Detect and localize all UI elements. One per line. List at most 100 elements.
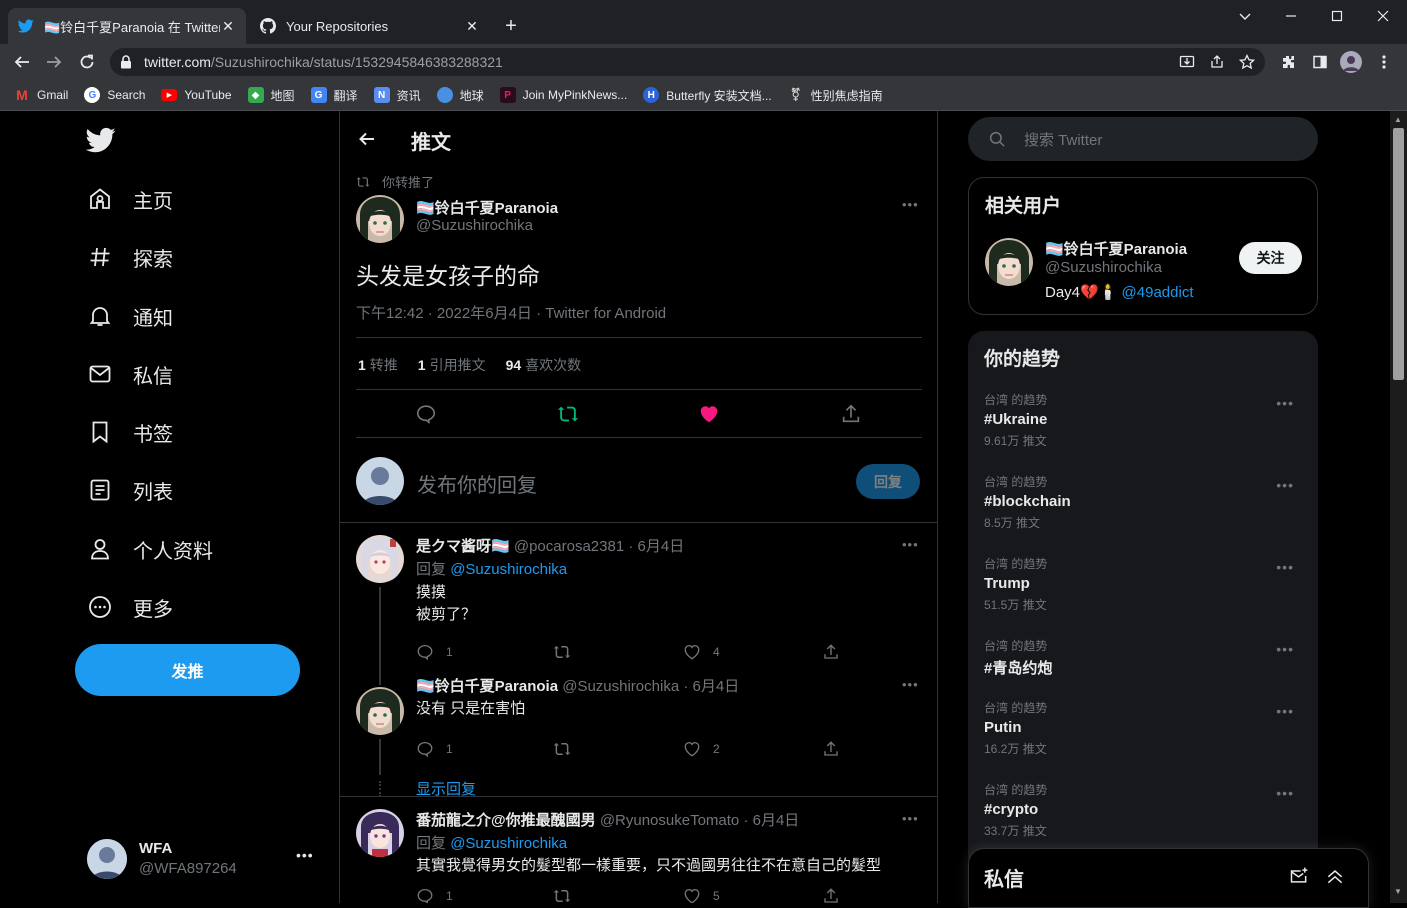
bookmark-search[interactable]: G Search (84, 87, 145, 103)
trend-more-icon[interactable]: ••• (1276, 477, 1294, 493)
tab-close-icon[interactable]: ✕ (464, 18, 480, 34)
back-arrow-icon[interactable] (358, 130, 376, 148)
nav-lists[interactable]: 列表 (86, 470, 173, 510)
scroll-down-icon[interactable]: ▼ (1394, 887, 1402, 896)
nav-messages[interactable]: 私信 (86, 354, 173, 394)
related-user-handle[interactable]: @Suzushirochika (1045, 259, 1162, 276)
messages-drawer[interactable]: 私信 (968, 848, 1369, 908)
share-action[interactable] (822, 740, 840, 758)
bookmark-gender-dysphoria[interactable]: ⚧ 性别焦虑指南 (788, 87, 882, 104)
trend-more-icon[interactable]: ••• (1276, 641, 1294, 657)
like-heart-icon[interactable] (698, 403, 720, 425)
bookmark-maps[interactable]: ◆ 地图 (247, 87, 295, 104)
reply-author-name[interactable]: 🏳️‍⚧️铃白千夏Paranoia (416, 678, 558, 695)
replying-to-link[interactable]: @Suzushirochika (450, 561, 567, 578)
account-more-icon[interactable]: ••• (296, 847, 314, 863)
back-arrow-icon[interactable] (10, 50, 34, 74)
quotes-label[interactable]: 引用推文 (430, 355, 486, 375)
tab-github[interactable]: Your Repositories ✕ (250, 8, 490, 44)
reply-date[interactable]: · 6月4日 (628, 538, 684, 555)
share-action[interactable] (822, 643, 840, 661)
tab-twitter[interactable]: 🏳️‍⚧️铃白千夏Paranoia 在 Twitter ✕ (8, 8, 246, 44)
reply-submit-button[interactable]: 回复 (856, 464, 920, 499)
bookmark-gmail[interactable]: M Gmail (14, 87, 68, 103)
reply-action[interactable]: 1 (416, 643, 453, 661)
reply-author-handle[interactable]: @pocarosa2381 (514, 538, 624, 555)
reply-avatar[interactable] (356, 809, 404, 857)
bookmark-youtube[interactable]: ▶ YouTube (161, 88, 232, 102)
share-icon[interactable] (1209, 54, 1225, 70)
maximize-icon[interactable] (1314, 6, 1360, 26)
reply-icon[interactable] (415, 403, 437, 425)
tweet-button[interactable]: 发推 (75, 644, 300, 696)
minimize-icon[interactable] (1268, 6, 1314, 26)
trend-item[interactable]: 台湾 的趋势 Trump 51.5万 推文 ••• (984, 555, 1304, 613)
scrollbar-thumb[interactable] (1393, 128, 1404, 380)
trend-item[interactable]: 台湾 的趋势 #Ukraine 9.61万 推文 ••• (984, 391, 1304, 449)
bookmark-butterfly[interactable]: H Butterfly 安装文档... (643, 87, 772, 104)
trend-item[interactable]: 台湾 的趋势 #blockchain 8.5万 推文 ••• (984, 473, 1304, 531)
bookmark-pinknews[interactable]: P Join MyPinkNews... (499, 87, 627, 103)
trend-item[interactable]: 台湾 的趋势 Putin 16.2万 推文 ••• (984, 699, 1304, 757)
reply-author-name[interactable]: 番茄龍之介@你推最醜國男 (416, 812, 596, 829)
new-message-icon[interactable] (1289, 866, 1309, 886)
reload-icon[interactable] (75, 50, 99, 74)
bookmark-news[interactable]: N 资讯 (373, 87, 421, 104)
retweet-action[interactable] (552, 740, 572, 758)
extensions-puzzle-icon[interactable] (1276, 50, 1300, 74)
reply-action[interactable]: 1 (416, 740, 453, 758)
install-app-icon[interactable] (1179, 54, 1195, 70)
bookmark-earth[interactable]: 地球 (436, 87, 484, 104)
expand-chevron-icon[interactable] (1325, 866, 1345, 886)
like-action[interactable]: 2 (683, 740, 720, 758)
reply-action[interactable]: 1 (416, 887, 453, 903)
reply-author-handle[interactable]: @RyunosukeTomato (600, 812, 739, 829)
reply-avatar[interactable] (356, 687, 404, 735)
trend-more-icon[interactable]: ••• (1276, 395, 1294, 411)
author-avatar[interactable] (356, 195, 404, 243)
reply-input[interactable]: 发布你的回复 (417, 469, 537, 498)
nav-bookmarks[interactable]: 书签 (86, 412, 173, 452)
reply-more-icon[interactable]: ••• (902, 537, 919, 552)
author-handle[interactable]: @Suzushirochika (416, 217, 533, 234)
follow-button[interactable]: 关注 (1239, 242, 1302, 274)
nav-notifications[interactable]: 通知 (86, 296, 173, 336)
browser-menu-icon[interactable] (1372, 50, 1396, 74)
forward-arrow-icon[interactable] (42, 50, 66, 74)
reply-avatar[interactable] (356, 535, 404, 583)
twitter-logo-icon[interactable] (86, 125, 116, 155)
retweet-icon[interactable] (556, 403, 580, 425)
like-action[interactable]: 4 (683, 643, 720, 661)
tab-close-icon[interactable]: ✕ (220, 18, 236, 34)
side-panel-icon[interactable] (1308, 50, 1332, 74)
replying-to-link[interactable]: @Suzushirochika (450, 835, 567, 852)
tweet-more-icon[interactable]: ••• (902, 197, 919, 212)
trend-item[interactable]: 台湾 的趋势 #crypto 33.7万 推文 ••• (984, 781, 1304, 839)
profile-avatar-icon[interactable] (1340, 51, 1362, 73)
retweet-action[interactable] (552, 887, 572, 903)
nav-explore[interactable]: 探索 (86, 237, 173, 277)
reply-more-icon[interactable]: ••• (902, 677, 919, 692)
related-user-avatar[interactable] (985, 238, 1033, 286)
nav-home[interactable]: 主页 (86, 179, 173, 219)
reply-author-handle[interactable]: @Suzushirochika (562, 678, 679, 695)
author-name[interactable]: 🏳️‍⚧️铃白千夏Paranoia (416, 197, 558, 218)
scroll-up-icon[interactable]: ▲ (1394, 115, 1402, 124)
trend-item[interactable]: 台湾 的趋势 #青岛约炮 ••• (984, 637, 1304, 678)
address-bar[interactable]: twitter.com/Suzushirochika/status/153294… (110, 48, 1265, 76)
trend-more-icon[interactable]: ••• (1276, 559, 1294, 575)
reply-date[interactable]: · 6月4日 (683, 678, 739, 695)
share-action[interactable] (822, 887, 840, 903)
close-window-icon[interactable] (1360, 6, 1406, 26)
tab-search-chevron-icon[interactable] (1222, 6, 1268, 26)
trend-more-icon[interactable]: ••• (1276, 703, 1294, 719)
search-input[interactable]: 搜索 Twitter (968, 117, 1318, 161)
retweets-label[interactable]: 转推 (370, 355, 398, 375)
nav-profile[interactable]: 个人资料 (86, 529, 213, 569)
related-user-name[interactable]: 🏳️‍⚧️铃白千夏Paranoia (1045, 238, 1187, 259)
account-switcher[interactable]: WFA @WFA897264 ••• (86, 837, 326, 881)
likes-label[interactable]: 喜欢次数 (525, 355, 581, 375)
reply-more-icon[interactable]: ••• (902, 811, 919, 826)
new-tab-button[interactable]: + (499, 14, 523, 38)
share-icon[interactable] (840, 403, 862, 425)
